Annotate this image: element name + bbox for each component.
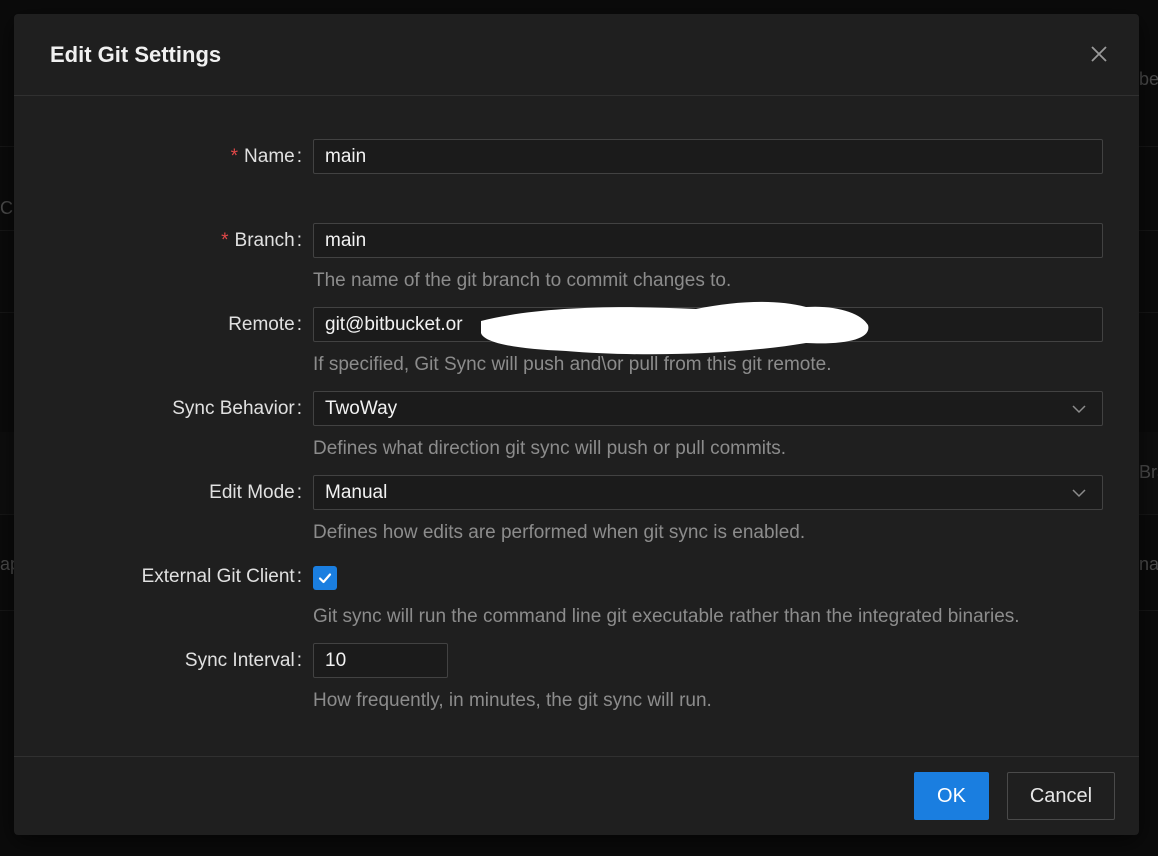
branch-label: * Branch: [221,230,302,251]
sync-interval-label: Sync Interval: [184,650,302,671]
name-label-text: Name [244,146,295,167]
close-icon[interactable] [1087,42,1111,66]
cancel-button[interactable]: Cancel [1007,772,1115,820]
edit-mode-help: Defines how edits are performed when git… [313,522,806,543]
sync-behavior-label: Sync Behavior: [172,398,302,419]
external-git-client-checkbox[interactable] [313,566,337,590]
sync-behavior-help: Defines what direction git sync will pus… [313,438,787,459]
sync-behavior-select[interactable]: TwoWay [313,391,1103,426]
ok-button[interactable]: OK [914,772,989,820]
dialog-title: Edit Git Settings [50,41,222,67]
edit-mode-label-text: Edit Mode [209,482,295,503]
dialog-footer: OK Cancel [14,756,1139,835]
edit-mode-select[interactable]: Manual [313,475,1103,510]
remote-label: Remote: [228,314,302,335]
remote-label-text: Remote [228,314,295,335]
dialog-header: Edit Git Settings [14,14,1139,96]
branch-label-text: Branch [234,230,295,251]
external-git-client-label-text: External Git Client [141,566,295,587]
name-input[interactable]: main [313,139,1103,174]
required-marker: * [230,146,239,167]
sync-interval-label-text: Sync Interval [184,650,295,671]
sync-behavior-value: TwoWay [325,398,398,419]
redaction-scribble [481,301,869,355]
chevron-down-icon [1072,489,1086,498]
external-git-client-help: Git sync will run the command line git e… [313,606,1020,627]
name-label: * Name: [230,146,302,167]
sync-interval-help: How frequently, in minutes, the git sync… [313,690,712,711]
edit-git-settings-dialog: Edit Git Settings * Name: main * Branch: m… [14,14,1139,835]
external-git-client-label: External Git Client: [141,566,302,587]
sync-interval-input[interactable]: 10 [313,643,448,678]
chevron-down-icon [1072,405,1086,414]
sync-behavior-label-text: Sync Behavior [172,398,295,419]
branch-input[interactable]: main [313,223,1103,258]
checkmark-icon [318,573,332,584]
edit-mode-label: Edit Mode: [209,482,302,503]
required-marker: * [221,230,229,251]
branch-help: The name of the git branch to commit cha… [313,270,732,291]
edit-mode-value: Manual [325,482,388,503]
